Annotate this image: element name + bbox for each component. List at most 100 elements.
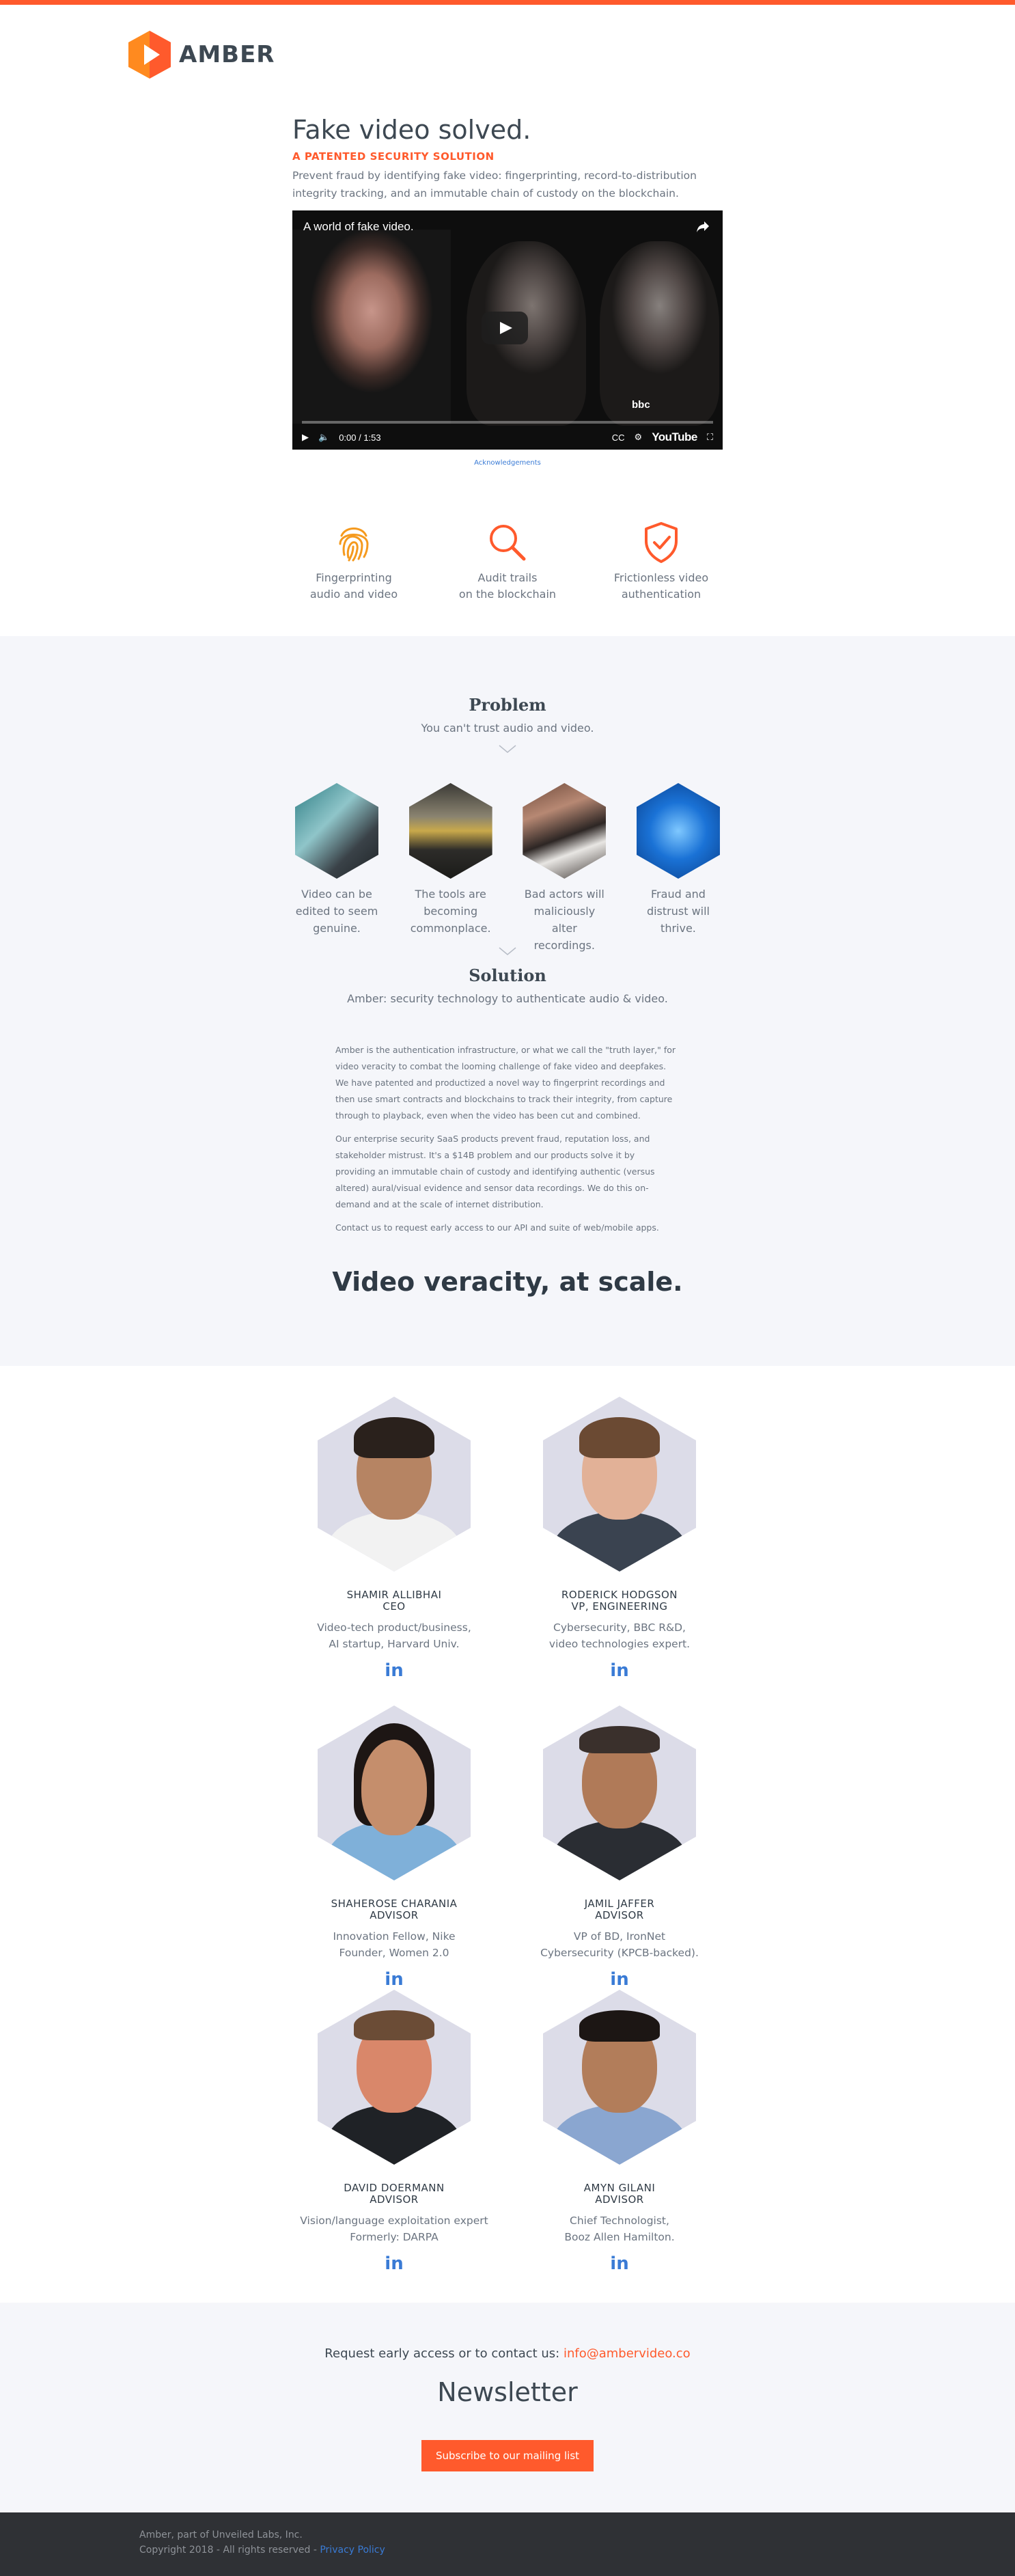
feature-list: Fingerprinting audio and video Audit trai… — [292, 521, 723, 603]
problem-text: Fraud and distrust will thrive. — [646, 888, 710, 935]
hero-description: Prevent fraud by identifying fake video:… — [292, 169, 697, 200]
avatar — [543, 1990, 696, 2165]
newsletter-title: Newsletter — [437, 2377, 578, 2407]
youtube-logo[interactable]: YouTube — [652, 430, 697, 444]
shield-check-icon — [645, 522, 678, 563]
member-role: ADVISOR — [370, 2193, 419, 2206]
settings-gear-icon[interactable]: ⚙ — [635, 432, 643, 443]
brand-logo-link[interactable]: AMBER — [127, 29, 275, 80]
member-name: SHAMIR ALLIBHAI — [346, 1589, 442, 1601]
team-member: SHAHEROSE CHARANIA ADVISOR Innovation Fe… — [292, 1705, 497, 1990]
tagline: Video veracity, at scale. — [332, 1267, 683, 1297]
acknowledgements-link[interactable]: Acknowledgements — [292, 459, 723, 467]
problem-item: Fraud and distrust will thrive. — [634, 783, 723, 954]
video-title: A world of fake video. — [303, 220, 414, 233]
member-name: RODERICK HODGSON — [561, 1589, 678, 1601]
contact-line: Request early access or to contact us: i… — [0, 2303, 1015, 2361]
captions-icon[interactable]: CC — [612, 433, 625, 443]
linkedin-icon[interactable]: in — [385, 1969, 403, 1990]
member-role: CEO — [383, 1600, 406, 1613]
video-watermark: bbc — [632, 399, 650, 411]
problem-text: Bad actors will maliciously alter recordin… — [524, 888, 604, 952]
solution-paragraph: Contact us to request early access to ou… — [335, 1222, 659, 1233]
video-frame-bust-right — [600, 241, 719, 426]
typing-hands-photo — [523, 783, 607, 879]
member-name: AMYN GILANI — [583, 2182, 656, 2194]
avatar — [543, 1705, 696, 1880]
member-bio: Video-tech product/business, AI startup, … — [317, 1621, 471, 1650]
subscribe-button[interactable]: Subscribe to our mailing list — [421, 2440, 594, 2471]
feature-item: Audit trails on the blockchain — [446, 521, 569, 603]
problem-solution-section: Problem You can't trust audio and video.… — [0, 636, 1015, 1366]
editing-software-photo — [408, 783, 492, 879]
site-header: AMBER — [0, 5, 1015, 102]
video-time: 0:00 / 1:53 — [339, 432, 381, 443]
privacy-policy-link[interactable]: Privacy Policy — [320, 2545, 385, 2556]
problem-title: Problem — [469, 695, 546, 715]
linkedin-icon[interactable]: in — [385, 2253, 403, 2274]
play-small-icon[interactable]: ▶ — [302, 432, 309, 443]
feature-label: Audit trails on the blockchain — [458, 571, 557, 601]
fingerprint-icon — [339, 527, 369, 562]
avatar — [318, 1705, 471, 1880]
video-controls: ▶ 🔈 0:00 / 1:53 CC ⚙ YouTube ⛶ — [292, 425, 723, 450]
linkedin-icon[interactable]: in — [610, 2253, 628, 2274]
chevron-down-icon — [499, 745, 516, 753]
laptop-photo — [295, 783, 378, 879]
member-bio: Innovation Fellow, Nike Founder, Women 2.… — [333, 1930, 456, 1959]
member-name: DAVID DOERMANN — [344, 2182, 445, 2194]
team-member: RODERICK HODGSON VP, ENGINEERING Cyberse… — [517, 1397, 722, 1681]
problem-list: Video can be edited to seem genuine. The t… — [292, 783, 723, 954]
contact-prefix: Request early access or to contact us: — [324, 2346, 564, 2361]
hero-title: Fake video solved. — [292, 115, 531, 145]
member-role: ADVISOR — [370, 1909, 419, 1921]
hero-section: Fake video solved. A PATENTED SECURITY S… — [0, 102, 1015, 601]
team-member: JAMIL JAFFER ADVISOR VP of BD, IronNet Cy… — [517, 1705, 722, 1990]
team-member: DAVID DOERMANN ADVISOR Vision/language e… — [292, 1990, 497, 2274]
solution-paragraph: Amber is the authentication infrastructu… — [335, 1045, 676, 1121]
share-icon[interactable] — [695, 219, 710, 234]
linkedin-icon[interactable]: in — [610, 1969, 628, 1990]
avatar — [318, 1990, 471, 2165]
team-member: SHAMIR ALLIBHAI CEO Video-tech product/b… — [292, 1397, 497, 1681]
feature-label: Frictionless video authentication — [613, 571, 709, 601]
hero-kicker: A PATENTED SECURITY SOLUTION — [292, 150, 495, 163]
contact-email-link[interactable]: info@ambervideo.co — [564, 2346, 691, 2361]
feature-item: Frictionless video authentication — [600, 521, 723, 603]
member-name: JAMIL JAFFER — [584, 1897, 655, 1910]
site-footer: Amber, part of Unveiled Labs, Inc. Copyr… — [0, 2512, 1015, 2576]
avatar — [543, 1397, 696, 1572]
solution-title: Solution — [469, 965, 546, 985]
linkedin-icon[interactable]: in — [385, 1660, 403, 1681]
contact-section: Request early access or to contact us: i… — [0, 2303, 1015, 2512]
feature-item: Fingerprinting audio and video — [292, 521, 415, 603]
video-frame-face — [292, 230, 451, 424]
security-network-photo — [636, 783, 720, 879]
magnifier-icon — [490, 525, 526, 561]
member-bio: Cybersecurity, BBC R&D, video technologie… — [548, 1621, 691, 1650]
chevron-down-icon — [499, 947, 516, 955]
problem-text: The tools are becoming commonplace. — [410, 888, 491, 935]
video-progress-bar[interactable] — [302, 421, 713, 424]
member-role: VP, ENGINEERING — [571, 1600, 668, 1613]
brand-name: AMBER — [179, 41, 275, 68]
play-button[interactable] — [482, 312, 528, 344]
linkedin-icon[interactable]: in — [610, 1660, 628, 1681]
fullscreen-icon[interactable]: ⛶ — [707, 432, 713, 443]
solution-subtitle: Amber: security technology to authentica… — [347, 992, 668, 1005]
top-accent-bar — [0, 0, 1015, 5]
solution-body: Amber is the authentication infrastructu… — [335, 1042, 677, 1243]
member-role: ADVISOR — [595, 2193, 644, 2206]
problem-text: Video can be edited to seem genuine. — [295, 888, 378, 935]
footer-copyright: Copyright 2018 - All rights reserved - P… — [139, 2545, 385, 2556]
problem-item: The tools are becoming commonplace. — [406, 783, 495, 954]
problem-item: Bad actors will maliciously alter recordin… — [520, 783, 609, 954]
member-bio: VP of BD, IronNet Cybersecurity (KPCB-bac… — [540, 1930, 699, 1959]
team-member: AMYN GILANI ADVISOR Chief Technologist, B… — [517, 1990, 722, 2274]
volume-icon[interactable]: 🔈 — [318, 432, 329, 443]
video-player[interactable]: A world of fake video. bbc ▶ 🔈 0:00 / 1:… — [292, 210, 723, 450]
footer-company: Amber, part of Unveiled Labs, Inc. — [139, 2530, 303, 2540]
member-bio: Vision/language exploitation expert Forme… — [300, 2215, 488, 2243]
problem-item: Video can be edited to seem genuine. — [292, 783, 381, 954]
avatar — [318, 1397, 471, 1572]
